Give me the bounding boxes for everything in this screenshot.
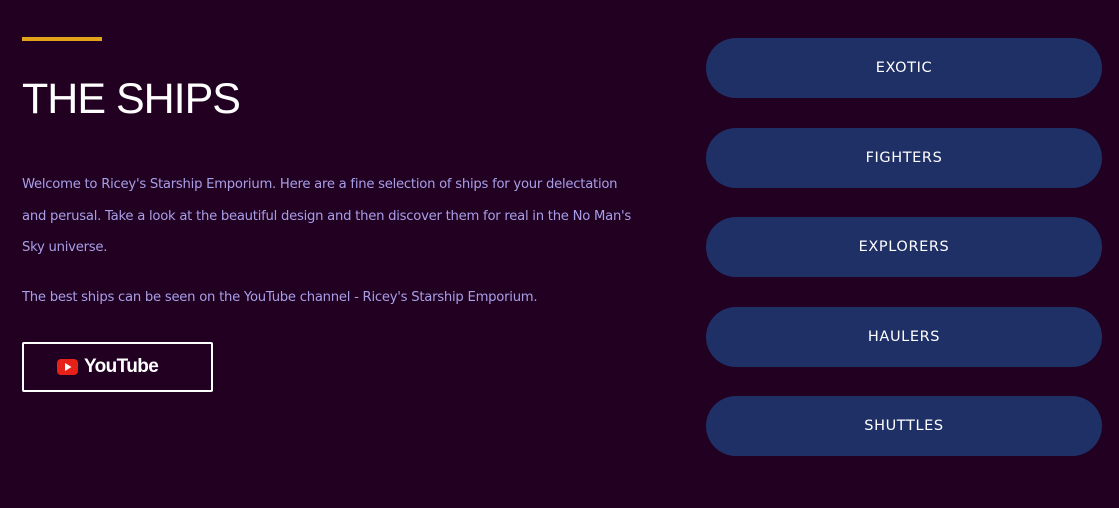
ship-category-nav: EXOTIC FIGHTERS EXPLORERS HAULERS SHUTTL… [706,38,1102,486]
category-button-explorers[interactable]: EXPLORERS [706,217,1102,277]
category-button-shuttles[interactable]: SHUTTLES [706,396,1102,456]
channel-note: The best ships can be seen on the YouTub… [22,290,538,305]
category-button-exotic[interactable]: EXOTIC [706,38,1102,98]
category-button-fighters[interactable]: FIGHTERS [706,127,1102,188]
youtube-button[interactable]: YouTube [22,342,213,392]
title-accent-line [22,37,102,41]
youtube-button-label: YouTube [84,356,159,377]
category-button-haulers[interactable]: HAULERS [706,306,1102,367]
youtube-play-icon [57,359,78,375]
intro-paragraph: Welcome to Ricey's Starship Emporium. He… [22,177,632,255]
page-title: THE SHIPS [22,75,241,123]
